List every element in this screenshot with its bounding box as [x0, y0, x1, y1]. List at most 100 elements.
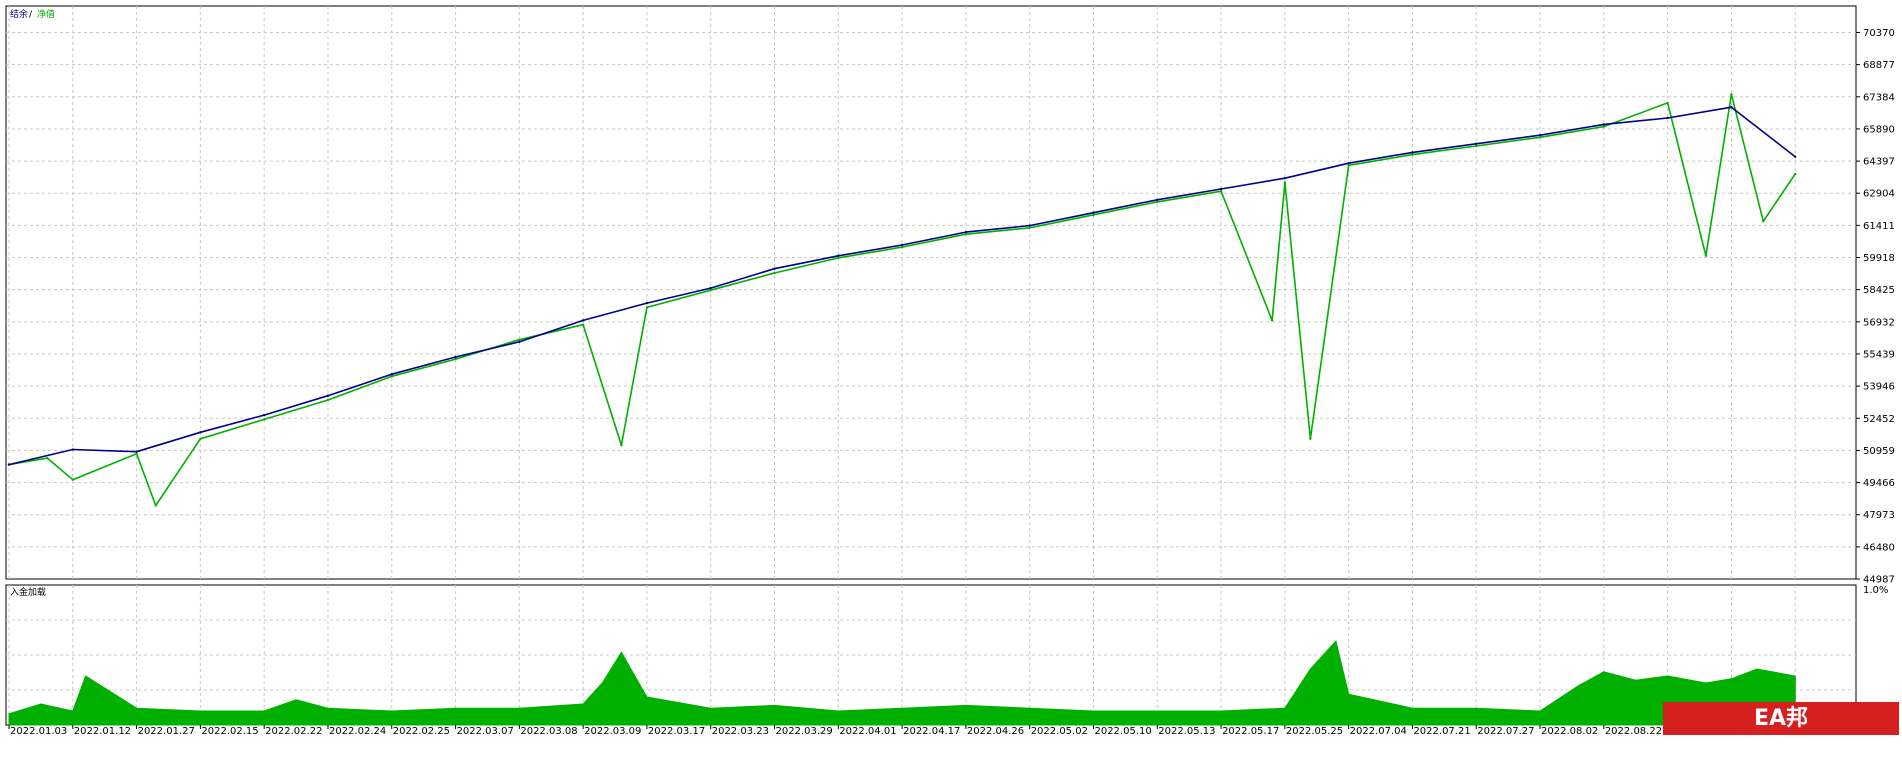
- series-point: [1602, 125, 1606, 128]
- x-tick-label: 2022.02.24: [329, 726, 386, 737]
- series-point: [1156, 200, 1159, 204]
- x-tick-label: 2022.01.12: [74, 726, 131, 737]
- y-axis-ticks: 70370 68877 67384 65890 64397 62904 61411 59918…: [1856, 28, 1895, 586]
- x-tick-label: 2022.02.22: [265, 726, 322, 737]
- chart-svg: 70370 68877 67384 65890 64397 62904 61411 59918…: [5, 5, 1895, 737]
- series-point: [1602, 123, 1606, 126]
- series-point: [199, 437, 202, 440]
- series-point: [1538, 136, 1542, 139]
- series-point: [1704, 254, 1708, 257]
- series-point: [900, 245, 904, 249]
- series-point: [1762, 220, 1765, 223]
- series-point: [773, 271, 776, 275]
- y-tick-label: 67384: [1863, 92, 1895, 103]
- y-tick-label: 58425: [1863, 285, 1895, 296]
- x-tick-label: 2022.05.10: [1094, 726, 1151, 737]
- x-tick-label: 2022.03.09: [584, 726, 641, 737]
- series-point: [1092, 211, 1095, 214]
- series-point: [645, 306, 649, 309]
- x-tick-label: 2022.05.25: [1286, 726, 1343, 737]
- y-tick-label: 56932: [1863, 317, 1895, 328]
- series-point: [581, 323, 585, 326]
- series-point: [390, 375, 393, 378]
- series-point: [620, 444, 623, 447]
- chart-root: 70370 68877 67384 65890 64397 62904 61411 59918…: [0, 0, 1902, 764]
- series-point: [709, 286, 712, 290]
- y-tick-label: 47973: [1863, 510, 1895, 521]
- series-point: [773, 267, 776, 270]
- series-point: [837, 256, 840, 260]
- series-point: [454, 355, 457, 359]
- series-point: [1219, 187, 1223, 191]
- series-point: [1347, 164, 1350, 167]
- series-point: [1028, 224, 1031, 227]
- series-point: [71, 448, 74, 451]
- legend-balance: 结余: [10, 8, 28, 20]
- series-point: [1538, 133, 1542, 137]
- y-tick-label: 65890: [1863, 124, 1895, 135]
- series-point: [135, 450, 138, 453]
- series-point: [837, 254, 840, 257]
- lower-panel-title: 入金加载: [10, 586, 46, 598]
- x-tick-label: 2022.01.27: [138, 726, 195, 737]
- series-point: [1092, 213, 1095, 217]
- series-point: [199, 431, 202, 434]
- series-point: [1283, 177, 1287, 180]
- series-point: [1219, 189, 1223, 193]
- series-point: [46, 456, 49, 460]
- y-tick-label: 70370: [1863, 28, 1895, 39]
- x-tick-label: 2022.08.02: [1541, 726, 1598, 737]
- y-tick-label: 52452: [1863, 414, 1895, 425]
- x-tick-label: 2022.03.07: [457, 726, 514, 737]
- y-tick-label: 53946: [1863, 382, 1895, 393]
- series-point: [1730, 105, 1733, 109]
- y-tick-label: 44987: [1863, 575, 1895, 586]
- series-point: [1411, 151, 1414, 154]
- x-tick-label: 2022.03.29: [776, 726, 833, 737]
- series-point: [135, 452, 138, 456]
- x-axis-ticks: 2022.01.03 2022.01.12 2022.01.27 2022.02.15…: [8, 725, 1853, 737]
- series-point: [900, 243, 904, 247]
- y-tick-label: 49466: [1863, 478, 1895, 489]
- main-panel-frame: [5, 5, 1857, 580]
- series-point: [709, 289, 712, 292]
- series-point: [1794, 172, 1797, 176]
- series-point: [645, 301, 649, 305]
- y-tick-label: 59918: [1863, 253, 1895, 264]
- lower-panel-max-label: 1.0%: [1863, 585, 1888, 596]
- series-point: [581, 319, 585, 322]
- series-point: [390, 372, 393, 376]
- series-point: [1028, 226, 1031, 229]
- legend-equity: 净值: [37, 8, 55, 20]
- series-point: [1730, 93, 1733, 96]
- series-point: [1666, 101, 1669, 105]
- x-tick-label: 2022.03.17: [648, 726, 705, 737]
- x-tick-label: 2022.05.13: [1158, 726, 1215, 737]
- x-tick-label: 2022.03.23: [712, 726, 769, 737]
- x-tick-label: 2022.04.26: [967, 726, 1024, 737]
- series-point: [1270, 319, 1274, 322]
- y-tick-label: 62904: [1863, 189, 1895, 200]
- series-point: [1475, 142, 1478, 145]
- series-point: [1283, 181, 1287, 184]
- y-tick-label: 50959: [1863, 446, 1895, 457]
- y-tick-label: 61411: [1863, 221, 1895, 232]
- series-point: [1666, 116, 1669, 120]
- series-point: [964, 233, 968, 236]
- series-point: [518, 338, 521, 341]
- series-point: [262, 413, 266, 417]
- series-point: [518, 340, 521, 344]
- y-tick-label: 64397: [1863, 157, 1895, 168]
- series-point: [71, 478, 74, 481]
- x-tick-label: 2022.08.22: [1605, 726, 1662, 737]
- series-point: [326, 394, 330, 397]
- series-point: [964, 230, 968, 234]
- series-point: [1794, 155, 1797, 158]
- series-point: [326, 398, 330, 402]
- series-point: [7, 463, 11, 466]
- series-point: [1309, 437, 1312, 440]
- x-tick-label: 2022.07.27: [1477, 726, 1534, 737]
- x-tick-label: 2022.07.21: [1413, 726, 1470, 737]
- y-tick-label: 68877: [1863, 60, 1895, 71]
- series-point: [1411, 153, 1414, 156]
